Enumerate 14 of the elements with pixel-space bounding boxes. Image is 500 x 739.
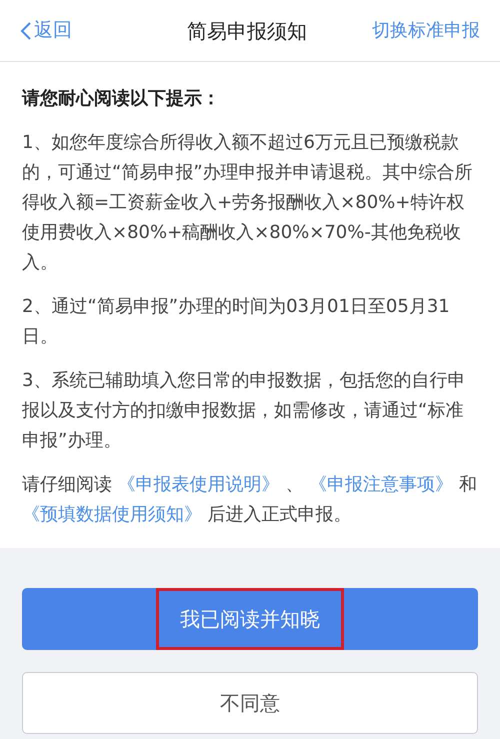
notice-paragraph: 1、如您年度综合所得收入额不超过6万元且已预缴税款的，可通过“简易申报”办理申报并申请退税。其中综合所得收入额=工资薪金收入+劳务报酬收入×80%+特许权使用费收入×80%+稿酬收入×80%×70%-其他免税收入。 xyxy=(22,131,474,275)
chevron-left-icon xyxy=(20,20,32,40)
reading-notice: 请仔细阅读 《申报表使用说明》 、 《申报注意事项》 和 《预填数据使用须知》 后进入正式申报。 xyxy=(22,473,478,527)
document-link[interactable]: 《申报注意事项》 xyxy=(309,474,454,495)
document-link[interactable]: 《预填数据使用须知》 xyxy=(22,504,202,525)
page-title: 简易申报须知 xyxy=(187,18,307,44)
back-button[interactable]: 返回 xyxy=(20,16,72,45)
document-link[interactable]: 《申报表使用说明》 xyxy=(118,474,280,495)
acknowledge-button[interactable]: 我已阅读并知晓 xyxy=(22,588,478,650)
notice-paragraph: 2、通过“简易申报”办理的时间为03月01日至05月31日。 xyxy=(22,295,451,349)
notice-paragraph: 3、系统已辅助填入您日常的申报数据，包括您的自行申报以及支付方的扣缴申报数据，如需修改，请通过“标准申报”办理。 xyxy=(22,369,466,453)
disagree-button[interactable]: 不同意 xyxy=(22,672,478,734)
notice-heading: 请您耐心阅读以下提示： xyxy=(22,87,221,111)
switch-standard-link[interactable]: 切换标准申报 xyxy=(372,17,480,44)
